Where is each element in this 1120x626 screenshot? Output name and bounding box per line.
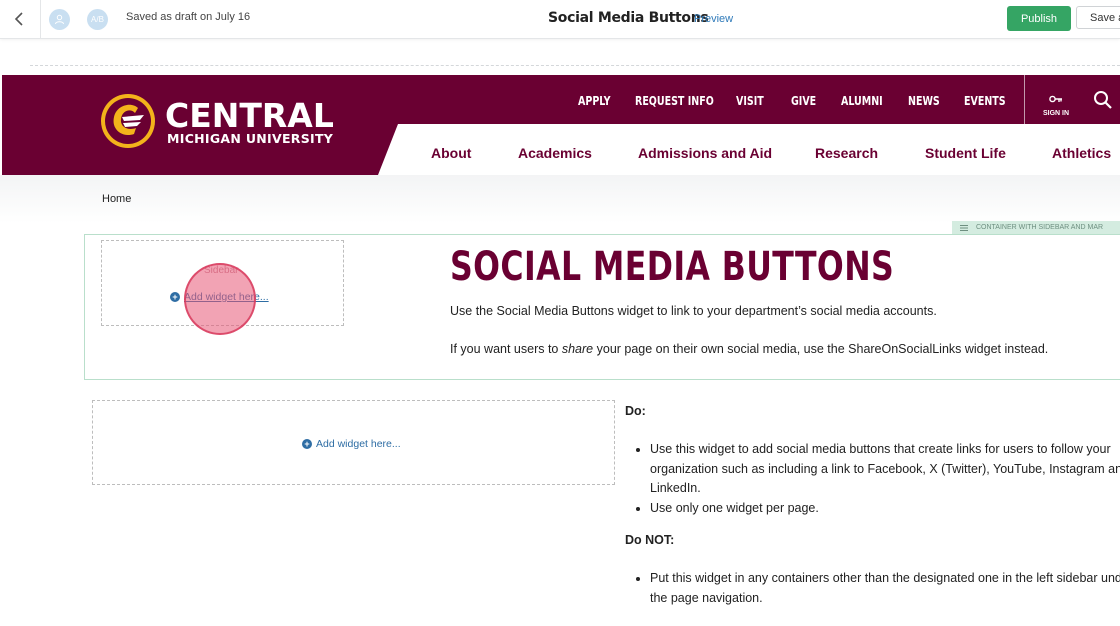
add-circle-icon: + (302, 439, 312, 449)
ab-test-label: A/B (91, 15, 104, 24)
content-heading: SOCIAL MEDIA BUTTONS (450, 244, 895, 290)
util-link-alumni[interactable]: ALUMNI (841, 94, 883, 108)
preview-link[interactable]: Preview (694, 13, 733, 25)
sidebar-add-widget-button[interactable]: + Add widget here... (170, 291, 269, 303)
nav-link-student-life[interactable]: Student Life (925, 145, 1006, 161)
utility-divider (1024, 75, 1025, 124)
util-link-events[interactable]: EVENTS (964, 94, 1006, 108)
ab-test-badge[interactable]: A/B (87, 9, 108, 30)
util-link-news[interactable]: NEWS (908, 94, 940, 108)
nav-link-research[interactable]: Research (815, 145, 878, 161)
sidebar-label: Sidebar (204, 265, 239, 276)
drag-handle-icon (960, 224, 968, 231)
save-button[interactable]: Save a (1076, 6, 1120, 29)
util-link-request-info[interactable]: REQUEST INFO (635, 94, 714, 108)
main-add-widget-label: Add widget here... (316, 438, 401, 450)
list-item: Use only one widget per page. (650, 499, 1120, 519)
util-link-apply[interactable]: APPLY (578, 94, 611, 108)
sidebar-widget-zone[interactable] (101, 240, 344, 326)
sign-in-button[interactable]: SIGN IN (1040, 90, 1072, 117)
donot-list: Put this widget in any containers other … (632, 569, 1120, 608)
search-icon[interactable] (1093, 90, 1113, 110)
draft-status: Saved as draft on July 16 (126, 11, 251, 23)
intro-paragraph-2: If you want users to share your page on … (450, 340, 1048, 360)
do-list: Use this widget to add social media butt… (632, 440, 1120, 518)
intro-paragraph-1: Use the Social Media Buttons widget to l… (450, 304, 937, 318)
nav-link-about[interactable]: About (431, 145, 471, 161)
sign-in-label: SIGN IN (1042, 110, 1070, 117)
util-link-visit[interactable]: VISIT (736, 94, 764, 108)
list-item: Put this widget in any containers other … (650, 569, 1120, 608)
breadcrumb-home[interactable]: Home (102, 193, 131, 205)
key-icon (1049, 95, 1062, 103)
add-circle-icon: + (170, 292, 180, 302)
sidebar-add-widget-label: Add widget here... (184, 291, 269, 303)
nav-link-athletics[interactable]: Athletics (1052, 145, 1111, 161)
list-item: Use this widget to add social media butt… (650, 440, 1120, 499)
user-avatar[interactable] (49, 9, 70, 30)
nav-link-academics[interactable]: Academics (518, 145, 592, 161)
container-label-text: CONTAINER WITH SIDEBAR AND MAR (976, 224, 1104, 231)
back-button[interactable] (0, 0, 41, 38)
publish-button[interactable]: Publish (1007, 6, 1071, 31)
chevron-left-icon (14, 12, 23, 26)
header-shadow (0, 175, 1120, 223)
main-add-widget-button[interactable]: + Add widget here... (302, 438, 401, 450)
nav-link-admissions[interactable]: Admissions and Aid (638, 145, 772, 161)
intro-2-suffix: your page on their own social media, use… (593, 342, 1049, 356)
dashed-guide (30, 65, 1120, 66)
do-heading: Do: (625, 404, 646, 418)
user-icon (55, 14, 64, 25)
page-title: Social Media Buttons (548, 10, 709, 26)
intro-2-emphasis: share (561, 342, 594, 356)
intro-2-prefix: If you want users to (450, 342, 562, 356)
donot-heading: Do NOT: (625, 533, 675, 547)
container-label[interactable]: CONTAINER WITH SIDEBAR AND MAR (952, 221, 1120, 234)
util-link-give[interactable]: GIVE (791, 94, 816, 108)
